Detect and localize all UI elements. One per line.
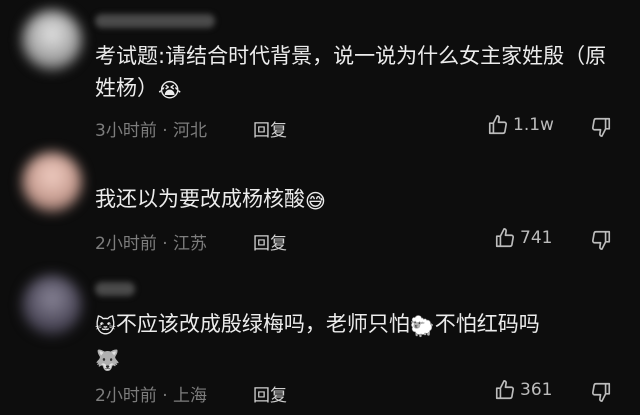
comment-2: 我还以为要改成杨核酸😅 2小时前 · 江苏 回复 741: [0, 150, 640, 270]
reply-button[interactable]: 回复: [253, 381, 287, 406]
location: 上海: [173, 386, 208, 406]
comment-meta: 2小时前 · 上海: [95, 381, 207, 406]
comment-text: 考试题:请结合时代背景，说一说为什么女主家姓殷（原姓杨）😭: [95, 40, 615, 106]
avatar[interactable]: [22, 152, 82, 212]
thumb-down-icon: [591, 117, 611, 137]
thumb-down-icon: [591, 382, 611, 402]
timestamp: 2小时前: [95, 386, 157, 406]
like-button[interactable]: 741: [494, 227, 552, 249]
comment-text: 我还以为要改成杨核酸😅: [95, 183, 615, 217]
like-count: 361: [520, 380, 553, 400]
avatar[interactable]: [22, 275, 82, 335]
thumb-up-icon: [495, 380, 515, 400]
sheep-emoji: 🐑: [409, 314, 435, 338]
comment-3: 🐱不应该改成殷绿梅吗，老师只怕🐑不怕红码吗 🐺 2小时前 · 上海 回复 361: [0, 270, 640, 415]
cat-emoji: 🐱: [95, 314, 116, 338]
like-count: 1.1w: [513, 115, 554, 135]
dislike-button[interactable]: [590, 381, 612, 403]
timestamp: 3小时前: [95, 121, 157, 141]
like-button[interactable]: 361: [494, 379, 552, 401]
crying-emoji: 😭: [158, 78, 182, 102]
comment-meta: 3小时前 · 河北: [95, 116, 207, 141]
location: 河北: [173, 121, 208, 141]
thumb-down-icon: [591, 230, 611, 250]
dislike-button[interactable]: [590, 116, 612, 138]
comment-meta: 2小时前 · 江苏: [95, 229, 207, 254]
dislike-button[interactable]: [590, 229, 612, 251]
comment-text: 🐱不应该改成殷绿梅吗，老师只怕🐑不怕红码吗 🐺: [95, 308, 615, 376]
like-count: 741: [520, 228, 553, 248]
thumb-up-icon: [488, 115, 508, 135]
avatar[interactable]: [22, 10, 82, 70]
separator: ·: [162, 234, 168, 254]
username[interactable]: [95, 14, 215, 28]
location: 江苏: [173, 234, 208, 254]
sweat-smile-emoji: 😅: [305, 189, 326, 213]
timestamp: 2小时前: [95, 234, 157, 254]
reply-button[interactable]: 回复: [253, 116, 287, 141]
reply-button[interactable]: 回复: [253, 229, 287, 254]
separator: ·: [162, 386, 168, 406]
comment-1: 考试题:请结合时代背景，说一说为什么女主家姓殷（原姓杨）😭 3小时前 · 河北 …: [0, 0, 640, 150]
thumb-up-icon: [495, 228, 515, 248]
like-button[interactable]: 1.1w: [487, 114, 554, 136]
separator: ·: [162, 121, 168, 141]
username[interactable]: [95, 282, 135, 296]
wolf-emoji: 🐺: [95, 348, 120, 372]
